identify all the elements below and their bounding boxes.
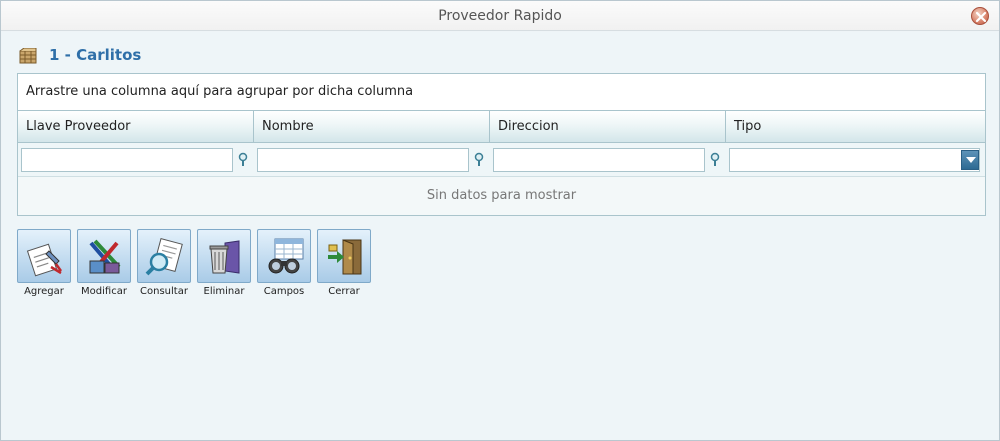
eliminar-button[interactable]: Eliminar: [197, 229, 253, 299]
exit-door-icon: [328, 239, 362, 275]
filter-direccion-input[interactable]: [493, 148, 705, 172]
modificar-button[interactable]: Modificar: [77, 229, 133, 299]
crate-icon: [19, 48, 37, 64]
cerrar-button[interactable]: Cerrar: [317, 229, 373, 299]
add-document-icon: [26, 243, 63, 277]
binoculars-table-icon: [268, 238, 304, 274]
consultar-button[interactable]: Consultar: [137, 229, 193, 299]
filter-icon[interactable]: [236, 152, 250, 168]
column-header-direccion[interactable]: Direccion: [490, 111, 726, 142]
campos-button[interactable]: Campos: [257, 229, 313, 299]
empty-data-row: Sin datos para mostrar: [18, 177, 985, 215]
column-header-tipo[interactable]: Tipo: [726, 111, 985, 142]
tipo-dropdown-button[interactable]: [961, 150, 979, 170]
column-header-label: Nombre: [262, 119, 314, 134]
trash-icon: [209, 240, 240, 274]
close-button[interactable]: [971, 7, 989, 25]
filter-row: [18, 143, 985, 177]
column-header-label: Tipo: [734, 119, 762, 134]
group-panel[interactable]: Arrastre una columna aquí para agrupar p…: [18, 74, 985, 111]
eliminar-face: [197, 229, 251, 283]
title-bar[interactable]: Proveedor Rapido: [1, 1, 999, 31]
cerrar-label: Cerrar: [328, 286, 360, 297]
close-icon: [975, 11, 987, 23]
page-title: 1 - Carlitos: [49, 46, 142, 64]
filter-nombre-input[interactable]: [257, 148, 469, 172]
magnifier-document-icon: [145, 238, 183, 276]
consultar-face: [137, 229, 191, 283]
column-header-llave-proveedor[interactable]: Llave Proveedor: [18, 111, 254, 142]
eliminar-label: Eliminar: [203, 286, 245, 297]
dialog-window: Proveedor Rapido 1 - Carlitos Arrastre u…: [0, 0, 1000, 441]
column-header-label: Direccion: [498, 119, 559, 134]
consultar-label: Consultar: [140, 286, 188, 297]
column-header-label: Llave Proveedor: [26, 119, 131, 134]
filter-llave-proveedor-input[interactable]: [21, 148, 233, 172]
agregar-button[interactable]: Agregar: [17, 229, 73, 299]
filter-icon[interactable]: [472, 152, 486, 168]
modificar-face: [77, 229, 131, 283]
modificar-label: Modificar: [81, 286, 127, 297]
group-panel-hint: Arrastre una columna aquí para agrupar p…: [26, 84, 414, 99]
dialog-content: 1 - Carlitos Arrastre una columna aquí p…: [2, 32, 998, 440]
campos-label: Campos: [263, 286, 305, 297]
column-header-nombre[interactable]: Nombre: [254, 111, 490, 142]
cerrar-face: [317, 229, 371, 283]
agregar-label: Agregar: [24, 286, 64, 297]
filter-tipo-select[interactable]: [729, 148, 980, 172]
window-title: Proveedor Rapido: [438, 8, 562, 24]
agregar-face: [17, 229, 71, 283]
chevron-down-icon: [966, 157, 976, 163]
campos-face: [257, 229, 311, 283]
edit-pencils-icon: [89, 239, 121, 274]
data-grid: Arrastre una columna aquí para agrupar p…: [17, 73, 986, 216]
header-row: Llave Proveedor Nombre Direccion Tipo: [18, 111, 985, 143]
filter-icon[interactable]: [708, 152, 722, 168]
empty-message: Sin datos para mostrar: [426, 188, 577, 203]
